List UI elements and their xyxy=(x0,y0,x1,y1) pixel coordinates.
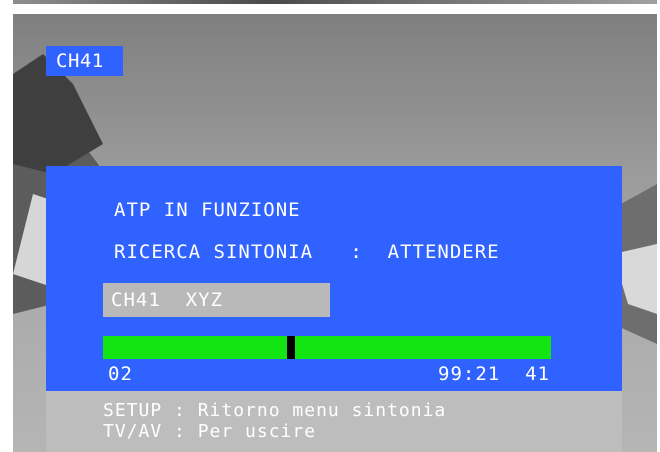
search-status-line: RICERCA SINTONIA : ATTENDERE xyxy=(114,241,500,263)
channel-name-box: CH41 XYZ xyxy=(103,283,330,317)
progress-start-value: 02 xyxy=(108,363,133,385)
tv-screen: CH41 ATP IN FUNZIONE RICERCA SINTONIA : … xyxy=(13,14,657,452)
status-line: ATP IN FUNZIONE xyxy=(114,199,301,221)
progress-end-value: 99:21 41 xyxy=(438,363,550,385)
previous-frame-strip xyxy=(13,0,657,4)
channel-indicator: CH41 xyxy=(46,46,123,76)
exit-hint: TV/AV : Per uscire xyxy=(103,421,317,442)
help-footer: SETUP : Ritorno menu sintonia TV/AV : Pe… xyxy=(46,391,622,452)
tuning-panel: ATP IN FUNZIONE RICERCA SINTONIA : ATTEN… xyxy=(46,166,622,452)
setup-hint: SETUP : Ritorno menu sintonia xyxy=(103,400,447,421)
tuning-progress-bar xyxy=(103,336,551,359)
progress-marker xyxy=(287,336,296,359)
